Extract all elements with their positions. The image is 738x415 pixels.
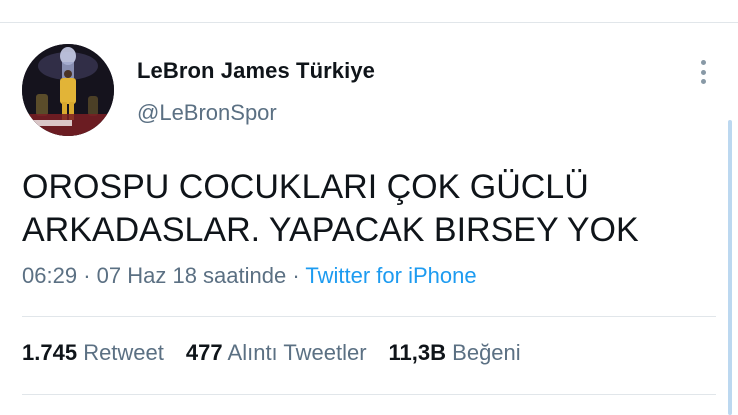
quote-tweet-count[interactable]: 477 Alıntı Tweetler (186, 340, 367, 366)
tweet-text-line: ARKADASLAR. YAPACAK BIRSEY YOK (22, 211, 639, 249)
top-divider (0, 22, 738, 23)
tweet-text: OROSPU COCUKLARI ÇOK GÜCLÜ ARKADASLAR. Y… (22, 166, 702, 252)
stat-count: 11,3B (388, 340, 447, 365)
avatar[interactable] (22, 44, 114, 136)
meta-separator: · (83, 263, 91, 288)
tweet-text-line: OROSPU COCUKLARI ÇOK GÜCLÜ (22, 168, 589, 206)
tweet-time[interactable]: 06:29 (22, 263, 77, 288)
stats-bottom-divider (22, 394, 716, 395)
tweet-source-link[interactable]: Twitter for iPhone (305, 263, 476, 288)
stat-count: 477 (185, 340, 223, 365)
profile-photo-icon (22, 44, 114, 136)
stat-label: Beğeni (452, 340, 521, 365)
scrollbar[interactable] (728, 120, 732, 415)
retweet-count[interactable]: 1.745 Retweet (22, 340, 164, 366)
more-options-icon[interactable] (690, 58, 716, 86)
more-dot (700, 79, 706, 84)
tweet-stats: 1.745 Retweet 477 Alıntı Tweetler 11,3B … (22, 340, 521, 366)
stat-label: Retweet (83, 340, 164, 365)
like-count[interactable]: 11,3B Beğeni (389, 340, 521, 366)
tweet-date[interactable]: 07 Haz 18 saatinde (97, 263, 287, 288)
tweet-metadata: 06:29 · 07 Haz 18 saatinde · Twitter for… (22, 263, 477, 289)
more-dot (700, 69, 706, 75)
stat-count: 1.745 (22, 340, 78, 365)
meta-separator: · (292, 263, 300, 288)
user-handle[interactable]: @LeBronSpor (137, 100, 277, 126)
stats-top-divider (22, 316, 716, 317)
display-name[interactable]: LeBron James Türkiye (137, 58, 375, 84)
more-dot (700, 60, 706, 65)
stat-label: Alıntı Tweetler (227, 340, 367, 365)
